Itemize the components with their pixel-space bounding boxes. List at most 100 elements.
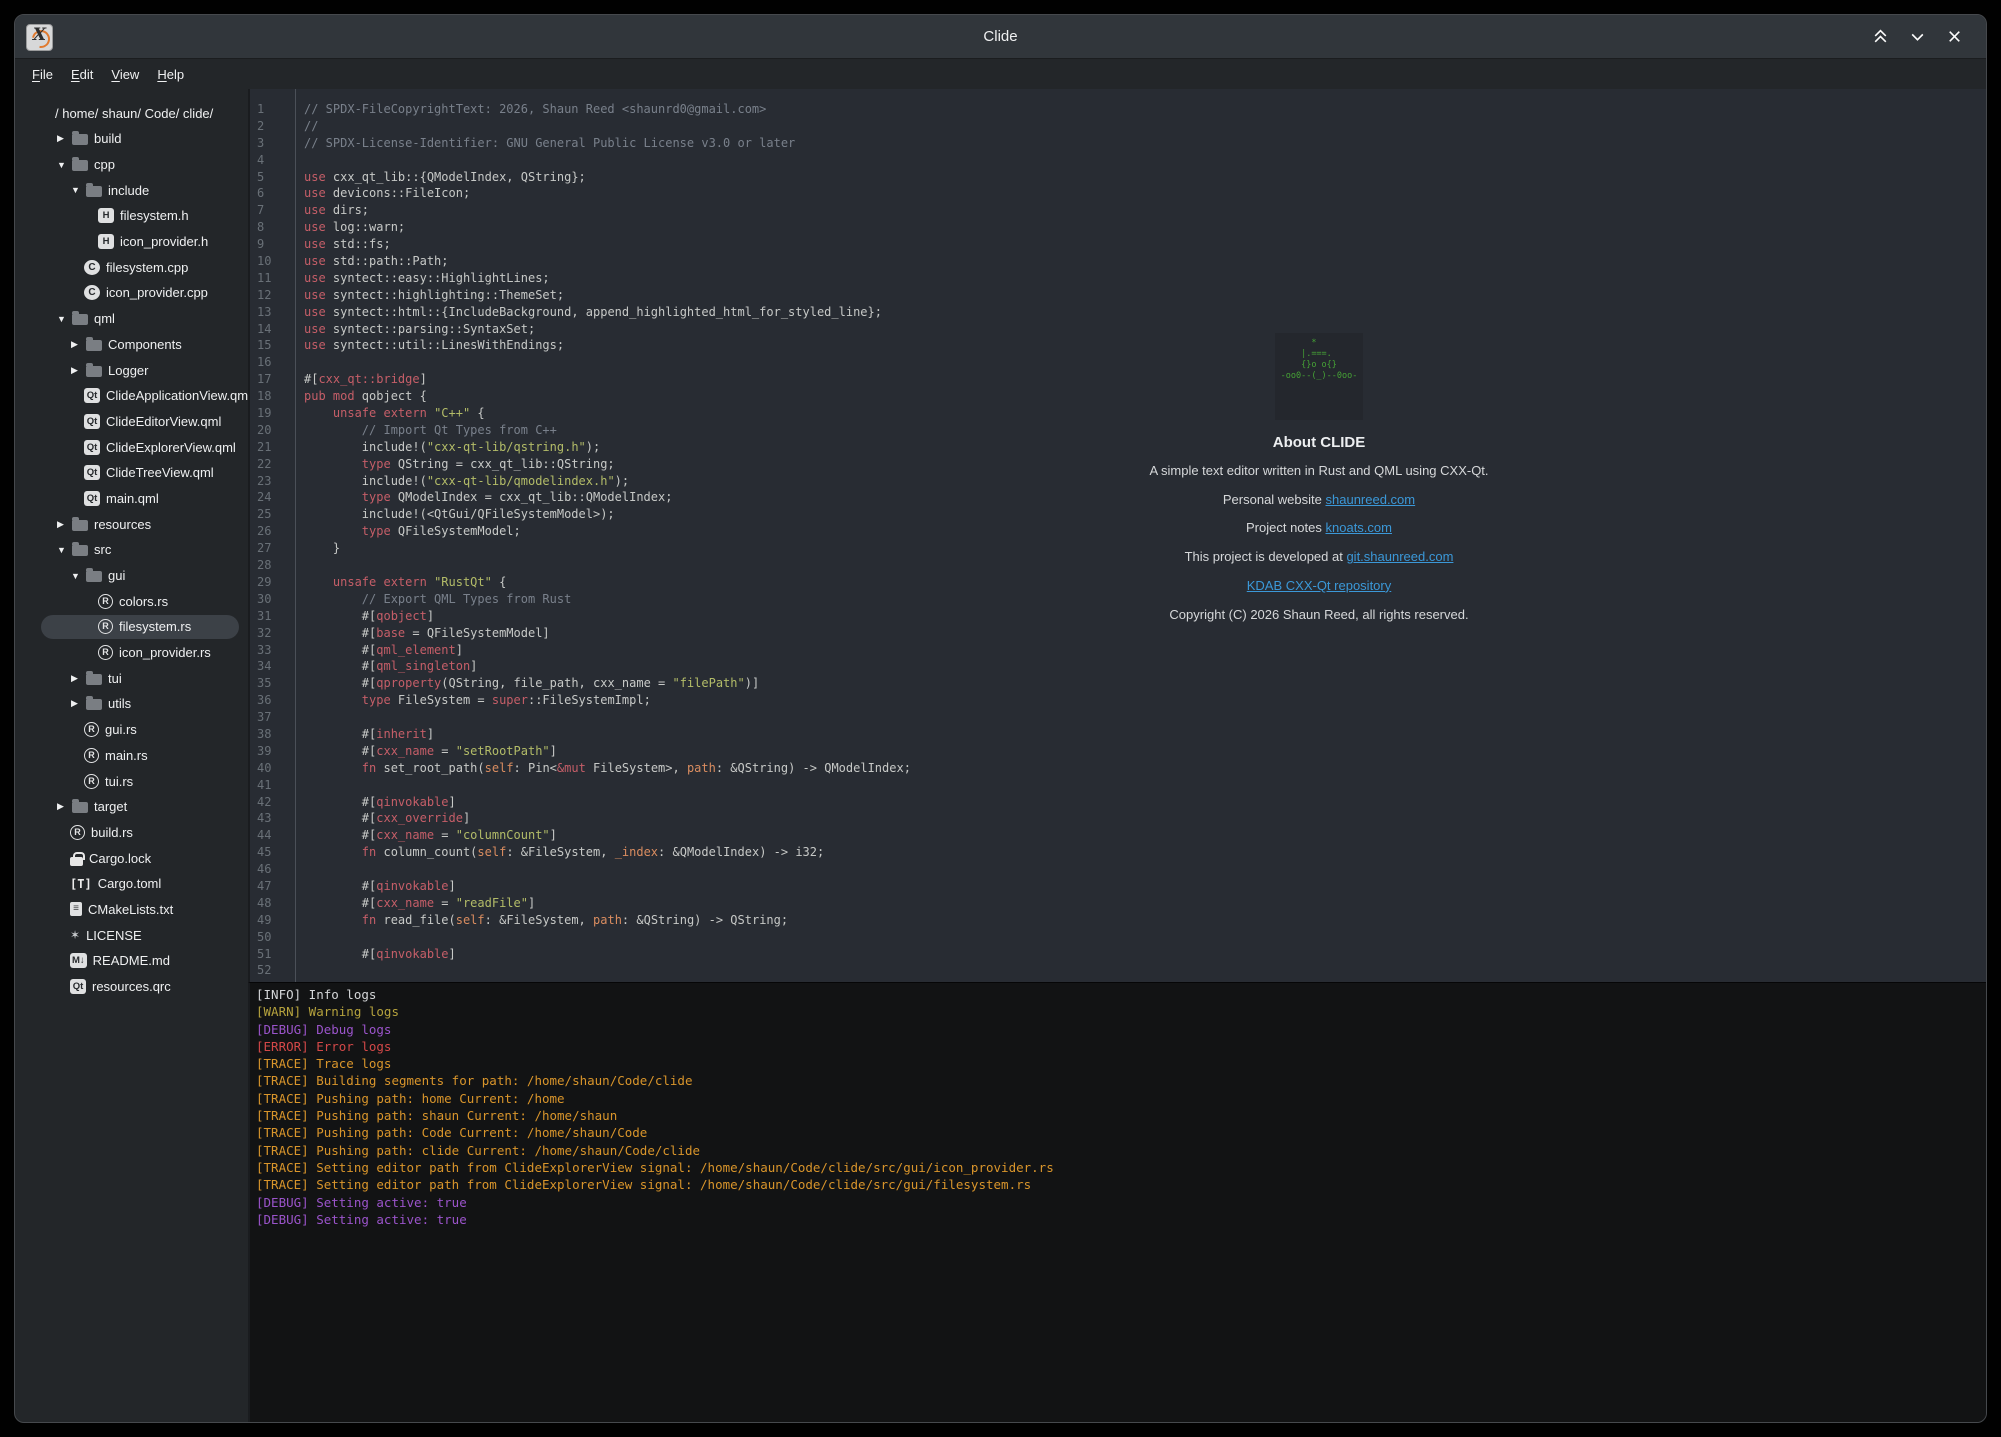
tree-item-gui[interactable]: ▼gui [15, 563, 248, 589]
tree-item-utils[interactable]: ▶utils [15, 691, 248, 717]
gutter-separator [295, 89, 296, 982]
code-line[interactable]: 45 fn column_count(self: &FileSystem, _i… [250, 844, 1986, 861]
line-number: 17 [250, 371, 295, 388]
tree-item-cmakelists-txt[interactable]: ≡CMakeLists.txt [15, 897, 248, 923]
code-line[interactable]: 38 #[inherit] [250, 726, 1986, 743]
link-shaunreed-com[interactable]: shaunreed.com [1326, 492, 1416, 507]
menu-item-edit[interactable]: Edit [62, 63, 102, 86]
code-line[interactable]: 9use std::fs; [250, 236, 1986, 253]
tree-item-colors-rs[interactable]: Rcolors.rs [15, 588, 248, 614]
tree-item-filesystem-h[interactable]: Hfilesystem.h [15, 203, 248, 229]
code-line[interactable]: 51 #[qinvokable] [250, 946, 1986, 963]
code-line[interactable]: 43 #[cxx_override] [250, 810, 1986, 827]
tree-item-icon-provider-h[interactable]: Hicon_provider.h [15, 229, 248, 255]
code-line[interactable]: 34 #[qml_singleton] [250, 658, 1986, 675]
code-line[interactable]: 42 #[qinvokable] [250, 794, 1986, 811]
tree-item-components[interactable]: ▶Components [15, 332, 248, 358]
code-line[interactable]: 2// [250, 118, 1986, 135]
tree-item-clideapplicationview-qml[interactable]: QtClideApplicationView.qml [15, 383, 248, 409]
tree-item-resources[interactable]: ▶resources [15, 511, 248, 537]
tree-item-label: resources.qrc [92, 979, 171, 994]
tree-item-label: Components [108, 337, 182, 352]
tree-item-main-qml[interactable]: Qtmain.qml [15, 486, 248, 512]
titlebar[interactable]: Clide [15, 15, 1986, 59]
code-line[interactable]: 40 fn set_root_path(self: Pin<&mut FileS… [250, 760, 1986, 777]
about-row: A simple text editor written in Rust and… [1019, 457, 1619, 486]
code-line[interactable]: 3// SPDX-License-Identifier: GNU General… [250, 135, 1986, 152]
code-line[interactable]: 8use log::warn; [250, 219, 1986, 236]
tree-item-gui-rs[interactable]: Rgui.rs [15, 717, 248, 743]
code-line[interactable]: 7use dirs; [250, 202, 1986, 219]
tree-item-filesystem-cpp[interactable]: Cfilesystem.cpp [15, 254, 248, 280]
code-line[interactable]: 49 fn read_file(self: &FileSystem, path:… [250, 912, 1986, 929]
line-number: 1 [250, 101, 295, 118]
menu-item-file[interactable]: File [23, 63, 62, 86]
code-line[interactable]: 5use cxx_qt_lib::{QModelIndex, QString}; [250, 169, 1986, 186]
tree-item-label: Logger [108, 363, 148, 378]
tree-item-label: filesystem.cpp [106, 260, 188, 275]
code-text: fn column_count(self: &FileSystem, _inde… [295, 844, 824, 861]
code-line[interactable]: 44 #[cxx_name = "columnCount"] [250, 827, 1986, 844]
code-line[interactable]: 6use devicons::FileIcon; [250, 185, 1986, 202]
tree-item-cpp[interactable]: ▼cpp [15, 152, 248, 178]
tree-item-license[interactable]: ✶LICENSE [15, 922, 248, 948]
log-line: [WARN] Warning logs [256, 1003, 1986, 1020]
code-line[interactable]: 36 type FileSystem = super::FileSystemIm… [250, 692, 1986, 709]
code-line[interactable]: 33 #[qml_element] [250, 642, 1986, 659]
maximize-button[interactable] [1870, 27, 1890, 47]
line-number: 30 [250, 591, 295, 608]
tree-item-build[interactable]: ▶build [15, 126, 248, 152]
code-line[interactable]: 46 [250, 861, 1986, 878]
code-line[interactable]: 35 #[qproperty(QString, file_path, cxx_n… [250, 675, 1986, 692]
log-line: [TRACE] Building segments for path: /hom… [256, 1072, 1986, 1089]
tree-item-logger[interactable]: ▶Logger [15, 357, 248, 383]
link-kdab-cxx-qt-repository[interactable]: KDAB CXX-Qt repository [1247, 578, 1392, 593]
close-button[interactable] [1944, 27, 1964, 47]
tree-item-cargo-lock[interactable]: Cargo.lock [15, 845, 248, 871]
tree-root-path[interactable]: / home/ shaun/ Code/ clide/ [15, 100, 248, 126]
tree-item-clideeditorview-qml[interactable]: QtClideEditorView.qml [15, 409, 248, 435]
link-knoats-com[interactable]: knoats.com [1326, 520, 1392, 535]
code-line[interactable]: 39 #[cxx_name = "setRootPath"] [250, 743, 1986, 760]
tree-item-icon-provider-cpp[interactable]: Cicon_provider.cpp [15, 280, 248, 306]
tree-item-cargo-toml[interactable]: [T]Cargo.toml [15, 871, 248, 897]
line-number: 22 [250, 456, 295, 473]
code-line[interactable]: 50 [250, 929, 1986, 946]
code-line[interactable]: 37 [250, 709, 1986, 726]
code-line[interactable]: 47 #[qinvokable] [250, 878, 1986, 895]
minimize-button[interactable] [1907, 27, 1927, 47]
tree-item-icon-provider-rs[interactable]: Ricon_provider.rs [15, 640, 248, 666]
tree-item-tui[interactable]: ▶tui [15, 665, 248, 691]
tree-item-main-rs[interactable]: Rmain.rs [15, 743, 248, 769]
code-line[interactable]: 12use syntect::highlighting::ThemeSet; [250, 287, 1986, 304]
editor-pane[interactable]: 1// SPDX-FileCopyrightText: 2026, Shaun … [248, 89, 1986, 982]
menu-item-view[interactable]: View [102, 63, 148, 86]
code-line[interactable]: 52 [250, 962, 1986, 979]
tree-item-target[interactable]: ▶target [15, 794, 248, 820]
menu-item-help[interactable]: Help [148, 63, 193, 86]
log-line: [DEBUG] Setting active: true [256, 1194, 1986, 1211]
code-line[interactable]: 13use syntect::html::{IncludeBackground,… [250, 304, 1986, 321]
tree-item-clidetreeview-qml[interactable]: QtClideTreeView.qml [15, 460, 248, 486]
tree-item-tui-rs[interactable]: Rtui.rs [15, 768, 248, 794]
code-line[interactable]: 11use syntect::easy::HighlightLines; [250, 270, 1986, 287]
log-console[interactable]: [INFO] Info logs[WARN] Warning logs[DEBU… [248, 982, 1986, 1422]
code-line[interactable]: 10use std::path::Path; [250, 253, 1986, 270]
link-git-shaunreed-com[interactable]: git.shaunreed.com [1346, 549, 1453, 564]
code-text: include!(<QtGui/QFileSystemModel>); [295, 506, 615, 523]
tree-item-src[interactable]: ▼src [15, 537, 248, 563]
tree-item-build-rs[interactable]: Rbuild.rs [15, 820, 248, 846]
tree-item-filesystem-rs[interactable]: Rfilesystem.rs [15, 614, 248, 640]
tree-item-clideexplorerview-qml[interactable]: QtClideExplorerView.qml [15, 434, 248, 460]
tree-item-label: CMakeLists.txt [88, 902, 173, 917]
code-line[interactable]: 4 [250, 152, 1986, 169]
tree-item-include[interactable]: ▼include [15, 177, 248, 203]
tree-item-readme-md[interactable]: M↓README.md [15, 948, 248, 974]
tree-item-qml[interactable]: ▼qml [15, 306, 248, 332]
code-line[interactable]: 1// SPDX-FileCopyrightText: 2026, Shaun … [250, 101, 1986, 118]
folder-icon [86, 186, 102, 197]
code-line[interactable]: 41 [250, 777, 1986, 794]
code-line[interactable]: 48 #[cxx_name = "readFile"] [250, 895, 1986, 912]
tree-item-resources-qrc[interactable]: Qtresources.qrc [15, 974, 248, 1000]
tree-item-label: include [108, 183, 149, 198]
